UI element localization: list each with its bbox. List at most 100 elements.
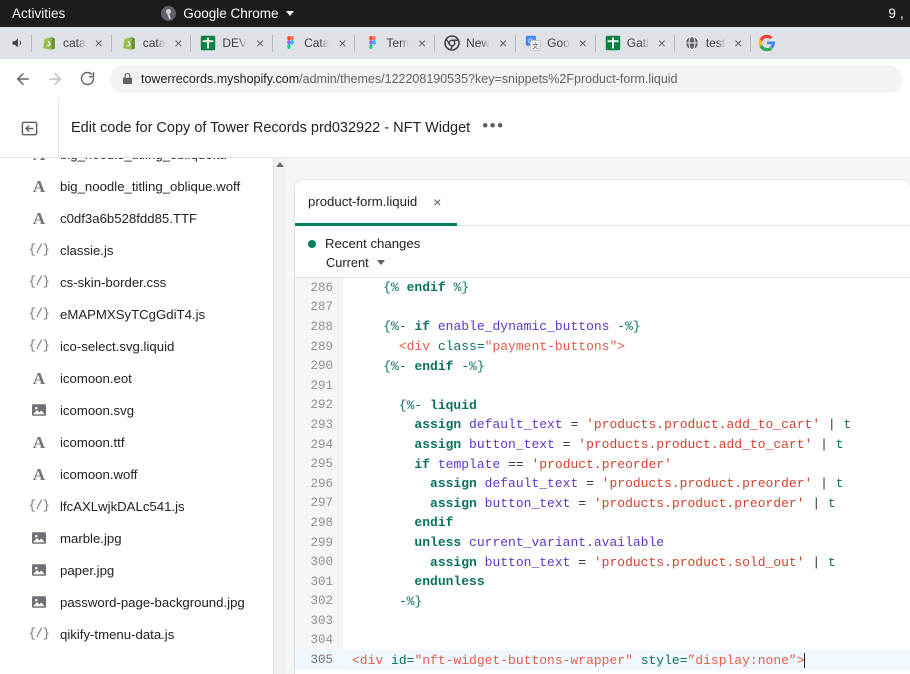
code-line[interactable]: 300 assign button_text = 'products.produ… [295, 552, 910, 572]
file-list-item[interactable]: marble.jpg [0, 522, 273, 554]
file-list-item[interactable]: Ac0df3a6b528fdd85.TTF [0, 202, 273, 234]
tab-divider [750, 35, 751, 52]
file-list-item[interactable]: {/}eMAPMXSyTCgGdiT4.js [0, 298, 273, 330]
browser-tab[interactable]: cata× [33, 29, 110, 57]
activities-button[interactable]: Activities [0, 6, 79, 21]
code-token: = [570, 496, 593, 511]
code-line[interactable]: 288 {%- if enable_dynamic_buttons -%} [295, 317, 910, 337]
code-line[interactable]: 304 [295, 631, 910, 651]
file-list-item[interactable]: {/}classie.js [0, 234, 273, 266]
file-name: icomoon.eot [60, 371, 132, 386]
file-list-item[interactable]: icomoon.svg [0, 394, 273, 426]
browser-tab[interactable]: G文Goo× [517, 29, 594, 57]
code-line[interactable]: 299 unless current_variant.available [295, 533, 910, 553]
version-select[interactable]: Current [326, 255, 910, 270]
browser-tab[interactable]: cata× [113, 29, 190, 57]
code-line[interactable]: 301 endunless [295, 572, 910, 592]
close-icon[interactable]: × [731, 36, 745, 50]
editor-tab-product-form[interactable]: product-form.liquid × [295, 180, 457, 226]
clock[interactable]: 9 , [888, 0, 904, 27]
code-line-text: if template == 'product.preorder' [343, 454, 910, 474]
code-token: 'products.product.add_to_cart' [578, 437, 812, 452]
code-token: 'products.product.preorder' [594, 496, 805, 511]
tab-divider [595, 35, 596, 52]
code-line[interactable]: 298 endif [295, 513, 910, 533]
browser-tab[interactable]: Gati× [597, 29, 673, 57]
file-list-item[interactable]: Abig_noodle_titling_oblique.ttf [0, 157, 273, 170]
file-list-item[interactable]: {/}ico-select.svg.liquid [0, 330, 273, 362]
speaker-mute-icon[interactable] [4, 30, 30, 56]
code-token: -%} [399, 594, 422, 609]
shopify-icon [41, 35, 57, 51]
file-list-item[interactable]: {/}lfcAXLwjkDALc541.js [0, 490, 273, 522]
code-line[interactable]: 294 assign button_text = 'products.produ… [295, 435, 910, 455]
code-line[interactable]: 293 assign default_text = 'products.prod… [295, 415, 910, 435]
file-list-item[interactable]: Aicomoon.eot [0, 362, 273, 394]
code-line-text: assign default_text = 'products.product.… [343, 474, 910, 494]
close-icon[interactable]: × [496, 36, 510, 50]
file-list-item[interactable]: password-page-background.jpg [0, 586, 273, 618]
more-actions-button[interactable]: ••• [482, 117, 504, 139]
reload-button[interactable] [72, 64, 102, 94]
shopify-admin-page: Edit code for Copy of Tower Records prd0… [0, 99, 910, 674]
code-token: unless [414, 535, 461, 550]
editor-pane: product-form.liquid × Recent changes Cur… [286, 157, 910, 674]
back-button[interactable] [8, 64, 38, 94]
file-name: paper.jpg [60, 563, 114, 578]
close-icon[interactable]: × [92, 36, 106, 50]
file-list-item[interactable]: {/}cs-skin-border.css [0, 266, 273, 298]
code-line[interactable]: 289 <div class="payment-buttons"> [295, 337, 910, 357]
close-icon[interactable]: × [433, 195, 441, 209]
code-line[interactable]: 305<div id="nft-widget-buttons-wrapper" … [295, 650, 910, 670]
close-icon[interactable]: × [415, 36, 429, 50]
file-name: big_noodle_titling_oblique.woff [60, 179, 240, 194]
browser-tab[interactable]: DEV× [192, 29, 271, 57]
code-line[interactable]: 292 {%- liquid [295, 396, 910, 416]
line-number: 297 [295, 494, 343, 514]
file-list-item[interactable]: paper.jpg [0, 554, 273, 586]
code-line[interactable]: 302 -%} [295, 592, 910, 612]
code-token: t [844, 417, 852, 432]
code-token [633, 653, 641, 668]
scroll-up-arrow-icon[interactable] [276, 162, 284, 167]
lock-icon [122, 72, 133, 85]
code-editor[interactable]: 286 {% endif %}287288 {%- if enable_dyna… [295, 278, 910, 674]
code-line[interactable]: 287 [295, 298, 910, 318]
sidebar-scrollbar[interactable] [273, 158, 286, 674]
code-token [352, 476, 430, 491]
close-icon[interactable]: × [335, 36, 349, 50]
browser-tab[interactable]: New× [436, 29, 514, 57]
browser-tab[interactable]: test× [676, 29, 749, 57]
status-dot-icon [308, 240, 316, 248]
close-icon[interactable]: × [576, 36, 590, 50]
code-line[interactable]: 297 assign button_text = 'products.produ… [295, 494, 910, 514]
recent-changes-label: Recent changes [325, 236, 420, 251]
collapse-sidebar-icon[interactable] [16, 115, 42, 141]
code-token: assign [430, 496, 477, 511]
browser-tab[interactable]: Cata× [274, 29, 353, 57]
code-line-text: {% endif %} [343, 278, 910, 298]
close-icon[interactable]: × [253, 36, 267, 50]
code-line[interactable]: 286 {% endif %} [295, 278, 910, 298]
line-number: 299 [295, 533, 343, 553]
code-line[interactable]: 296 assign default_text = 'products.prod… [295, 474, 910, 494]
file-name: icomoon.woff [60, 467, 137, 482]
file-list-item[interactable]: Aicomoon.woff [0, 458, 273, 490]
code-line[interactable]: 303 [295, 611, 910, 631]
close-icon[interactable]: × [171, 36, 185, 50]
browser-tab[interactable]: Tem× [356, 29, 433, 57]
code-line[interactable]: 295 if template == 'product.preorder' [295, 454, 910, 474]
code-line[interactable]: 290 {%- endif -%} [295, 356, 910, 376]
file-list-item[interactable]: Abig_noodle_titling_oblique.woff [0, 170, 273, 202]
app-menu-button[interactable]: Google Chrome [161, 6, 293, 21]
code-line-text [343, 611, 910, 631]
address-bar[interactable]: towerrecords.myshopify.com/admin/themes/… [110, 65, 902, 93]
code-token: t [836, 437, 844, 452]
close-icon[interactable]: × [655, 36, 669, 50]
google-g-icon[interactable] [758, 34, 776, 52]
forward-button[interactable] [40, 64, 70, 94]
line-number: 294 [295, 435, 343, 455]
file-list-item[interactable]: {/}qikify-tmenu-data.js [0, 618, 273, 650]
code-line[interactable]: 291 [295, 376, 910, 396]
file-list-item[interactable]: Aicomoon.ttf [0, 426, 273, 458]
